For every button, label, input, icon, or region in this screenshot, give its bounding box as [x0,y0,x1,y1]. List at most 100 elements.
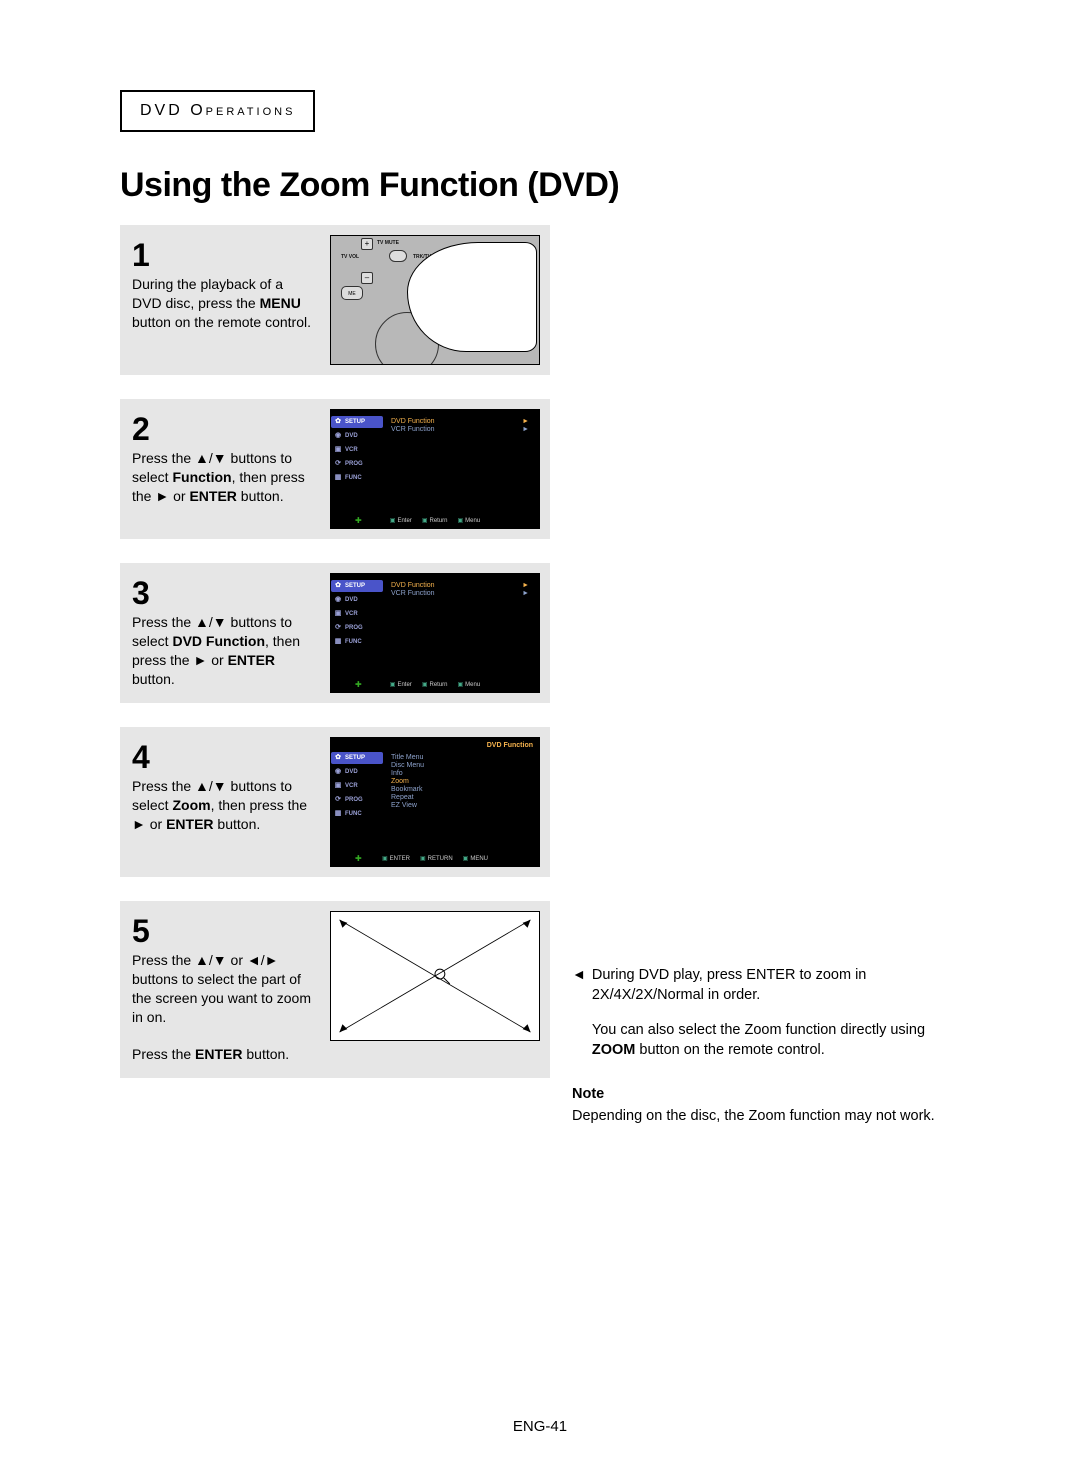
footer-enter: Enter [390,517,412,524]
section-label-box: DVD Operations [120,90,315,132]
right-caret-icon: ► [522,582,529,589]
t: button. [132,671,175,687]
t: VCR [345,447,358,453]
t: Repeat [391,794,414,801]
t: Press the [132,952,195,968]
osd-side-prog: ⟳PROG [331,458,383,470]
osd-side-prog: ⟳PROG [331,622,383,634]
note-text: Depending on the disc, the Zoom function… [572,1106,952,1126]
t: ENTER [195,1046,242,1062]
right-arrow-icon: ► [132,816,146,832]
step-4-text: 4 Press the ▲/▼ buttons to select Zoom, … [130,737,320,838]
t: or [227,952,247,968]
osd-side-prog: ⟳PROG [331,794,383,806]
t: Function [172,469,231,485]
t: DVD [345,769,358,775]
t: or [207,652,227,668]
footer-return: Return [422,517,448,524]
t: DVD Function [391,418,435,425]
t: Disc Menu [391,762,424,769]
arrows-icon: ▲/▼ [195,952,227,968]
step-5-cross-figure [330,911,540,1041]
prog-icon: ⟳ [333,623,343,633]
osd-side-setup: ✿SETUP [331,416,383,428]
osd-row-vcr-function: VCR Function► [389,426,531,433]
t: VCR Function [391,590,435,597]
right-caret-icon: ► [522,418,529,425]
osd-side-func: ▦FUNC [331,808,383,820]
osd-sidebar: ✿SETUP ◉DVD ▣VCR ⟳PROG ▦FUNC [331,416,383,484]
notes-para2: You can also select the Zoom function di… [592,1020,952,1061]
osd-content: DVD Function► VCR Function ► [389,582,531,597]
t: or [146,816,166,832]
note-heading: Note [572,1084,952,1104]
osd-side-setup: ✿SETUP [331,752,383,764]
t: SETUP [345,755,365,761]
step-3-osd-screen: ✿SETUP ◉DVD ▣VCR ⟳PROG ▦FUNC DVD Functio… [330,573,540,693]
footer-return: Return [422,681,448,688]
osd-side-setup: ✿SETUP [331,580,383,592]
tv-mute-label: TV MUTE [377,240,399,246]
hand-icon [407,242,537,352]
osd-row-ezview: EZ View [389,802,531,809]
t: You can also select the Zoom function di… [592,1022,925,1038]
osd-side-vcr: ▣VCR [331,608,383,620]
step-1-body: During the playback of a DVD disc, press… [132,275,314,332]
notes-column: ◄ During DVD play, press ENTER to zoom i… [572,965,952,1127]
t: Info [391,770,403,777]
vcr-icon: ▣ [333,445,343,455]
t: ENTER [166,816,213,832]
osd-side-dvd: ◉DVD [331,766,383,778]
t: DVD [345,433,358,439]
prog-icon: ⟳ [333,459,343,469]
notes-lead: ◄ During DVD play, press ENTER to zoom i… [572,965,952,1074]
osd-footer: ENTER RETURN MENU [331,855,539,862]
right-arrow-icon: ► [155,488,169,504]
step-1: 1 During the playback of a DVD disc, pre… [120,225,550,375]
step-5-text: 5 Press the ▲/▼ or ◄/► buttons to select… [130,911,320,1068]
t: SETUP [345,583,365,589]
t: PROG [345,797,363,803]
menu-button-icon: ME [341,286,363,300]
osd-footer: Enter Return Menu [331,517,539,524]
osd-side-vcr: ▣VCR [331,444,383,456]
osd-row-discmenu: Disc Menu [389,762,531,769]
osd-footer: Enter Return Menu [331,681,539,688]
t: VCR Function [391,426,435,433]
step-4-body: Press the ▲/▼ buttons to select Zoom, th… [132,777,314,834]
t: DVD [345,597,358,603]
vcr-icon: ▣ [333,781,343,791]
footer-menu: MENU [463,855,488,862]
t: Press the [132,614,195,630]
t: PROG [345,461,363,467]
osd-row-dvd-function: DVD Function► [389,582,531,589]
vcr-icon: ▣ [333,609,343,619]
func-icon: ▦ [333,809,343,819]
dvd-icon: ◉ [333,431,343,441]
osd-row-dvd-function: DVD Function ► [389,418,531,425]
setup-icon: ✿ [333,581,343,591]
step-2: 2 Press the ▲/▼ buttons to select Functi… [120,399,550,539]
page-number: ENG-41 [0,1418,1080,1435]
footer-enter: ENTER [382,855,410,862]
osd-side-func: ▦FUNC [331,636,383,648]
arrows-icon: ▲/▼ [195,614,227,630]
t: EZ View [391,802,417,809]
t: Press the [132,450,195,466]
t: FUNC [345,639,362,645]
t: ZOOM [592,1042,636,1058]
osd-row-titlemenu: Title Menu [389,754,531,761]
step-1-figure-remote: + – TV MUTE TV VOL TRK/TV ME [330,235,540,365]
t: or [169,488,189,504]
step-5-num: 5 [132,915,314,947]
t: button. [242,1046,289,1062]
step-2-text: 2 Press the ▲/▼ buttons to select Functi… [130,409,320,510]
func-icon: ▦ [333,473,343,483]
footer-menu: Menu [458,681,481,688]
step-2-body: Press the ▲/▼ buttons to select Function… [132,449,314,506]
t: Title Menu [391,754,423,761]
left-arrow-icon: ◄ [572,965,586,1074]
osd-row-bookmark: Bookmark [389,786,531,793]
right-caret-icon: ► [522,590,529,597]
step-5: 5 Press the ▲/▼ or ◄/► buttons to select… [120,901,550,1078]
